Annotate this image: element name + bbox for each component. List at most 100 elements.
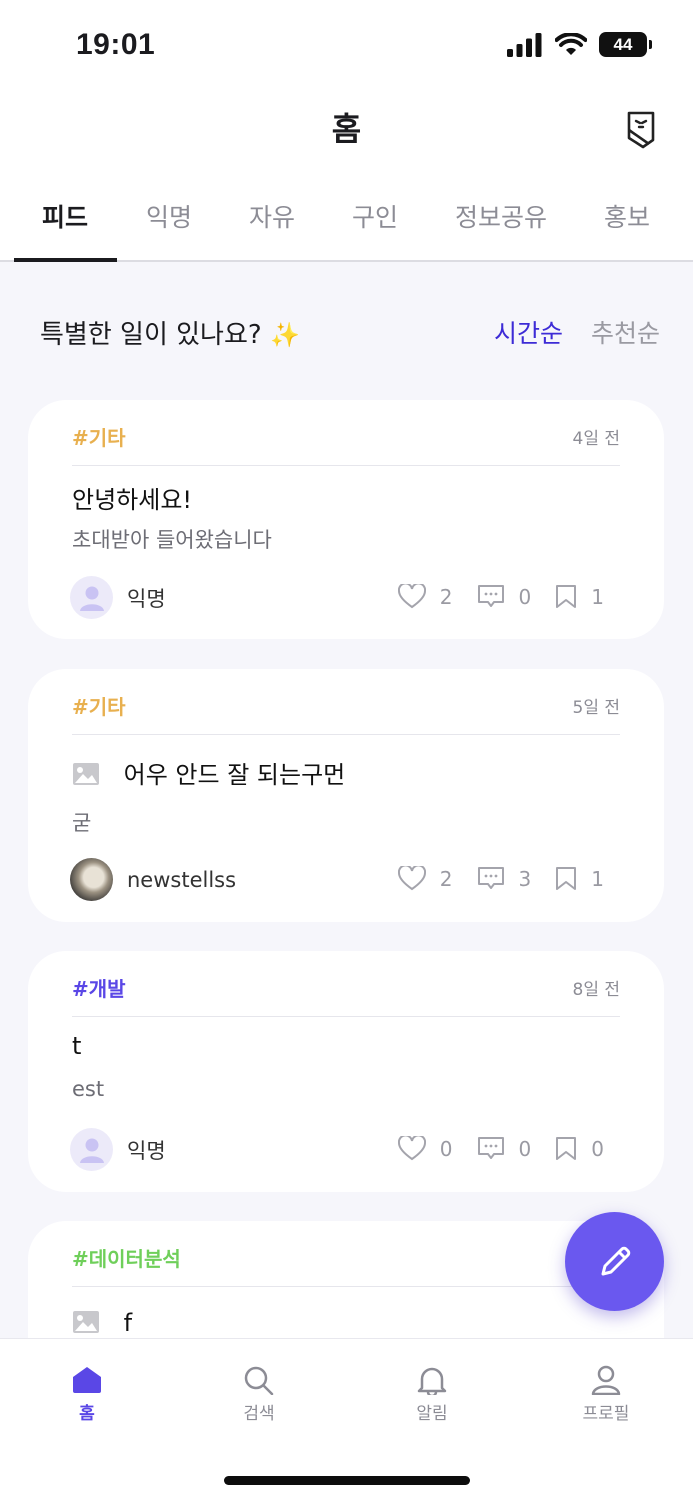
post-title-row: 어우 안드 잘 되는구먼 [72,755,345,790]
post-stats: 2 0 1 [374,584,604,609]
author-name: 익명 [127,1138,166,1163]
nav-profile[interactable]: 프로필 [561,1365,651,1424]
post-date: 4일 전 [572,429,621,449]
post-title-row: f [72,1309,132,1337]
bookmark-icon [556,1137,577,1160]
heart-icon [397,866,426,891]
tab-free[interactable]: 자유 [249,198,295,234]
status-time: 19:01 [76,28,156,61]
card-divider [72,1286,620,1287]
image-attachment-icon [73,1311,99,1333]
heart-icon [397,584,426,609]
card-divider [72,734,620,735]
cellular-signal-icon [507,32,542,57]
tab-hiring[interactable]: 구인 [352,198,398,234]
active-tab-indicator [14,258,117,262]
comment-icon [477,867,504,889]
page-title: 홈 [331,110,362,148]
sparkles-icon: ✨ [269,321,300,349]
battery-indicator: 44 [599,32,652,57]
like-count: 0 [439,1136,453,1161]
post-author[interactable]: 익명 [70,1128,166,1171]
badge-ticket-icon[interactable] [623,110,659,150]
post-date: 8일 전 [572,980,621,1000]
comment-stat[interactable]: 0 [477,584,532,609]
tab-anonymous[interactable]: 익명 [146,198,192,234]
like-count: 2 [439,866,453,891]
like-stat[interactable]: 2 [397,584,453,609]
post-date: 5일 전 [572,698,621,718]
profile-icon [591,1365,621,1395]
post-title: f [123,1309,133,1337]
bookmark-stat[interactable]: 1 [555,584,604,609]
post-tag: #기타 [72,426,126,450]
home-indicator[interactable] [224,1476,470,1485]
wifi-icon [555,32,587,55]
post-tag: #데이터분석 [72,1247,181,1271]
status-icons: 44 [507,32,652,57]
bookmark-icon [556,585,577,608]
nav-home[interactable]: 홈 [42,1365,132,1424]
comment-count: 0 [518,584,532,609]
comment-count: 0 [518,1136,532,1161]
image-attachment-icon [73,763,99,785]
post-author[interactable]: 익명 [70,576,166,619]
nav-search-label: 검색 [243,1404,275,1424]
author-name: newstellss [127,867,237,892]
bell-icon [417,1367,447,1395]
home-icon [73,1367,101,1393]
bookmark-count: 0 [591,1136,604,1161]
search-icon [244,1366,274,1395]
tab-promotion[interactable]: 홍보 [604,198,650,234]
comment-count: 3 [518,866,532,891]
post-stats: 0 0 0 [374,1136,604,1161]
comment-stat[interactable]: 0 [477,1136,532,1161]
comment-stat[interactable]: 3 [477,866,532,891]
nav-search[interactable]: 검색 [214,1365,304,1424]
comment-icon [477,585,504,607]
post-tag: #개발 [72,977,126,1001]
nav-profile-label: 프로필 [582,1404,630,1424]
tab-info-share[interactable]: 정보공유 [455,198,547,234]
avatar [70,576,113,619]
bookmark-count: 1 [591,584,604,609]
sort-by-recommend-button[interactable]: 추천순 [591,314,660,350]
avatar [70,858,113,901]
app-header: 홈 [0,92,693,170]
post-title: t [72,1032,82,1060]
pencil-icon [601,1246,630,1275]
post-body: 굳 [72,811,92,835]
like-count: 2 [439,584,453,609]
post-card[interactable]: #개발 8일 전 t est 익명 0 0 0 [28,951,664,1192]
post-body: 초대받아 들어왔습니다 [72,528,272,552]
author-name: 익명 [127,586,166,611]
write-post-button[interactable] [565,1212,664,1311]
post-card[interactable]: #기타 5일 전 어우 안드 잘 되는구먼 굳 newstellss 2 3 1 [28,669,664,922]
like-stat[interactable]: 2 [397,866,453,891]
nav-notifications[interactable]: 알림 [387,1365,477,1424]
bookmark-count: 1 [591,866,604,891]
card-divider [72,465,620,466]
category-tabs: 피드 익명 자유 구인 정보공유 홍보 [0,170,693,262]
comment-icon [477,1137,504,1159]
default-user-icon [79,1138,104,1163]
post-body: est [72,1077,105,1101]
tab-feed[interactable]: 피드 [42,198,88,234]
write-prompt-text: 특별한 일이 있나요? [40,320,262,350]
write-prompt[interactable]: 특별한 일이 있나요? ✨ [40,314,300,351]
post-author[interactable]: newstellss [70,858,236,901]
sort-by-time-button[interactable]: 시간순 [494,314,563,350]
post-card[interactable]: #기타 4일 전 안녕하세요! 초대받아 들어왔습니다 익명 2 0 1 [28,400,664,639]
default-user-icon [79,586,104,611]
like-stat[interactable]: 0 [397,1136,453,1161]
post-title: 어우 안드 잘 되는구먼 [123,761,346,789]
heart-icon [397,1136,426,1161]
bookmark-stat[interactable]: 0 [555,1136,604,1161]
post-title: 안녕하세요! [72,486,193,514]
nav-notifications-label: 알림 [416,1404,448,1424]
card-divider [72,1016,620,1017]
nav-home-label: 홈 [79,1404,95,1424]
avatar [70,1128,113,1171]
bookmark-stat[interactable]: 1 [555,866,604,891]
post-tag: #기타 [72,695,126,719]
